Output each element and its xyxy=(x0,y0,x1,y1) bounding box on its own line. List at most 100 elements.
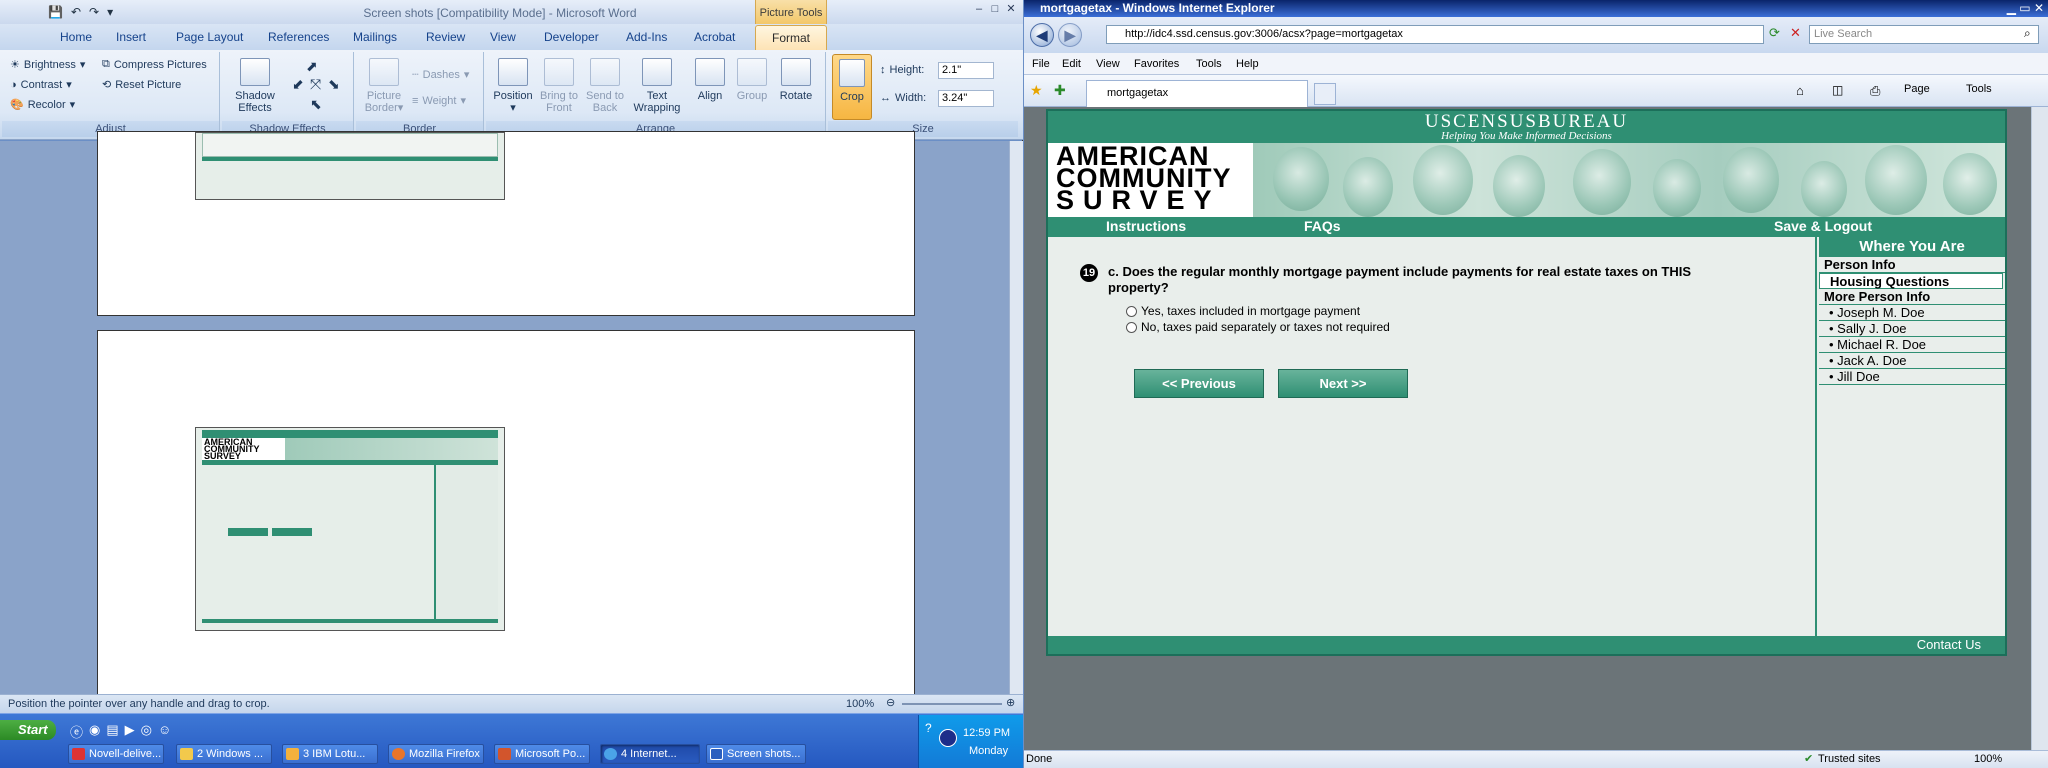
sidebar-item-person[interactable]: • Michael R. Doe xyxy=(1819,337,2005,353)
ie-zoom-level[interactable]: 100% xyxy=(1974,753,2002,765)
menu-favorites[interactable]: Favorites xyxy=(1134,58,1179,70)
menu-file[interactable]: File xyxy=(1032,58,1050,70)
tab-format[interactable]: Format xyxy=(755,25,827,50)
redo-icon[interactable]: ↷ xyxy=(89,5,99,19)
menu-tools[interactable]: Tools xyxy=(1196,58,1222,70)
undo-icon[interactable]: ↶ xyxy=(71,5,81,19)
security-zone[interactable]: Trusted sites xyxy=(1818,753,1881,765)
nudge-down-icon[interactable]: ⬉ xyxy=(310,96,322,113)
shadow-toggle-icon[interactable]: ⤧ xyxy=(310,76,321,93)
menu-edit[interactable]: Edit xyxy=(1062,58,1081,70)
screenshot-thumbnail-1[interactable] xyxy=(195,132,505,200)
align-button[interactable]: Align xyxy=(690,58,730,102)
search-icon[interactable]: ⌕ xyxy=(2024,26,2031,41)
close-icon[interactable]: ✕ xyxy=(1004,3,1018,17)
group-button[interactable]: Group xyxy=(732,58,772,102)
sidebar-item-housing-questions[interactable]: Housing Questions xyxy=(1819,273,2003,289)
print-icon[interactable]: ⎙ xyxy=(1870,83,1880,99)
network-icon[interactable] xyxy=(939,729,957,747)
qat-dropdown-icon[interactable]: ▾ xyxy=(107,5,113,19)
text-wrapping-button[interactable]: Text Wrapping xyxy=(628,58,686,114)
forward-icon[interactable]: ▶ xyxy=(1058,23,1082,47)
tab-review[interactable]: Review xyxy=(426,30,465,44)
position-button[interactable]: Position ▾ xyxy=(488,58,538,114)
menu-help[interactable]: Help xyxy=(1236,58,1259,70)
taskbar-item-lotus[interactable]: 3 IBM Lotu... xyxy=(282,744,378,764)
page-menu[interactable]: Page xyxy=(1904,83,1930,95)
sidebar-item-person[interactable]: • Jack A. Doe xyxy=(1819,353,2005,369)
refresh-icon[interactable]: ⟳ xyxy=(1769,25,1780,41)
minimize-icon[interactable]: – xyxy=(972,3,986,17)
live-search-input[interactable]: Live Search xyxy=(1809,25,2039,44)
screenshot-thumbnail-2[interactable]: AMERICAN COMMUNITY SURVEY xyxy=(195,427,505,631)
app-launch-icon[interactable]: ◎ xyxy=(141,722,152,741)
send-to-back-button[interactable]: Send to Back xyxy=(582,58,628,114)
ie-vertical-scrollbar[interactable] xyxy=(2031,107,2048,750)
taskbar-item-word[interactable]: Screen shots... xyxy=(706,744,806,764)
save-icon[interactable]: 💾 xyxy=(48,5,63,19)
brightness-button[interactable]: ☀ Brightness ▾ xyxy=(10,58,85,72)
sidebar-item-more-person-info[interactable]: More Person Info xyxy=(1819,289,2005,305)
option-yes[interactable]: Yes, taxes included in mortgage payment xyxy=(1126,304,1360,318)
favorites-star-icon[interactable]: ★ xyxy=(1030,82,1043,99)
start-button[interactable]: Start xyxy=(0,720,56,740)
tab-view[interactable]: View xyxy=(490,30,516,44)
help-icon[interactable]: ? xyxy=(925,721,932,735)
feeds-icon[interactable]: ◫ xyxy=(1832,83,1843,97)
tools-menu[interactable]: Tools xyxy=(1966,83,1992,95)
taskbar-item-powerpoint[interactable]: Microsoft Po... xyxy=(494,744,590,764)
new-tab-button[interactable] xyxy=(1314,83,1336,105)
tab-page-layout[interactable]: Page Layout xyxy=(176,30,243,44)
taskbar-item-internet-explorer[interactable]: 4 Internet... xyxy=(600,744,700,764)
tab-insert[interactable]: Insert xyxy=(116,30,146,44)
tab-mailings[interactable]: Mailings xyxy=(353,30,397,44)
media-launch-icon[interactable]: ▶ xyxy=(125,722,135,741)
clock-time[interactable]: 12:59 PM xyxy=(963,727,1010,739)
option-no[interactable]: No, taxes paid separately or taxes not r… xyxy=(1126,320,1390,334)
previous-button[interactable]: << Previous xyxy=(1134,369,1264,398)
address-bar[interactable]: http://idc4.ssd.census.gov:3006/acsx?pag… xyxy=(1106,25,1764,44)
contact-us-link[interactable]: Contact Us xyxy=(1917,636,1981,654)
sidebar-item-person[interactable]: • Jill Doe xyxy=(1819,369,2005,385)
taskbar-item-windows[interactable]: 2 Windows ... xyxy=(176,744,272,764)
sidebar-item-person[interactable]: • Joseph M. Doe xyxy=(1819,305,2005,321)
bring-to-front-button[interactable]: Bring to Front xyxy=(536,58,582,114)
zoom-slider[interactable] xyxy=(902,703,1002,705)
recolor-button[interactable]: 🎨 Recolor ▾ xyxy=(10,98,75,112)
ie-tab-mortgagetax[interactable]: mortgagetax xyxy=(1086,80,1308,107)
tab-references[interactable]: References xyxy=(268,30,329,44)
contrast-button[interactable]: ◑ Contrast ▾ xyxy=(10,78,72,92)
radio-yes[interactable] xyxy=(1126,305,1137,317)
picture-border-button[interactable]: Picture Border▾ xyxy=(358,58,410,114)
messenger-launch-icon[interactable]: ☺ xyxy=(158,722,171,741)
firefox-launch-icon[interactable]: ◉ xyxy=(89,722,100,741)
height-input[interactable]: 2.1" xyxy=(938,62,994,79)
taskbar-item-novell[interactable]: Novell-delive... xyxy=(68,744,164,764)
width-input[interactable]: 3.24" xyxy=(938,90,994,107)
crop-button[interactable]: Crop xyxy=(832,54,872,120)
reset-picture-button[interactable]: ⟲ Reset Picture xyxy=(102,78,181,92)
sidebar-item-person[interactable]: • Sally J. Doe xyxy=(1819,321,2005,337)
nudge-up-icon[interactable]: ⬈ xyxy=(306,58,318,75)
compress-pictures-button[interactable]: ⧉ Compress Pictures xyxy=(102,58,207,71)
ie-launch-icon[interactable]: ⓔ xyxy=(70,722,83,741)
tab-acrobat[interactable]: Acrobat xyxy=(694,30,735,44)
folder-launch-icon[interactable]: ▤ xyxy=(106,722,118,741)
nudge-left-icon[interactable]: ⬋ xyxy=(292,76,304,93)
home-icon[interactable]: ⌂ xyxy=(1796,83,1804,98)
weight-button[interactable]: ≡ Weight ▾ xyxy=(412,94,466,108)
shadow-effects-button[interactable]: Shadow Effects xyxy=(228,58,282,114)
menu-view[interactable]: View xyxy=(1096,58,1120,70)
tab-home[interactable]: Home xyxy=(60,30,92,44)
next-button[interactable]: Next >> xyxy=(1278,369,1408,398)
sidebar-item-person-info[interactable]: Person Info xyxy=(1819,257,2005,273)
tab-developer[interactable]: Developer xyxy=(544,30,599,44)
faqs-link[interactable]: FAQs xyxy=(1304,218,1341,234)
nudge-right-icon[interactable]: ⬊ xyxy=(328,76,340,93)
zoom-out-icon[interactable]: ⊖ xyxy=(886,696,895,709)
ie-window-controls[interactable]: ▁ ▭ ✕ xyxy=(2007,0,2044,17)
word-vertical-scrollbar[interactable] xyxy=(1009,141,1023,695)
instructions-link[interactable]: Instructions xyxy=(1106,218,1186,234)
add-favorite-icon[interactable]: ✚ xyxy=(1054,82,1066,99)
maximize-icon[interactable]: □ xyxy=(988,3,1002,17)
